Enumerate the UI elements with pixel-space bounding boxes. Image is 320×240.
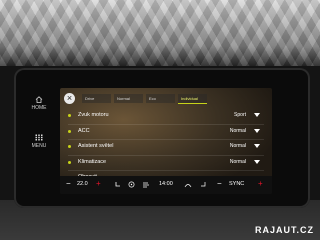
home-icon <box>35 96 43 103</box>
side-controls: HOME MENU <box>20 82 58 182</box>
temp-left-plus-button[interactable]: + <box>96 180 101 188</box>
tab-drive[interactable]: Drive <box>82 94 111 103</box>
home-button[interactable]: HOME <box>20 96 58 111</box>
setting-label: Klimatizace <box>78 158 107 165</box>
chevron-down-icon[interactable] <box>254 159 260 164</box>
bullet-icon <box>68 114 71 117</box>
airflow-icon[interactable] <box>142 181 150 190</box>
temp-left-value: 22.0 <box>77 181 88 187</box>
setting-label: ACC <box>78 127 90 134</box>
fan-icon[interactable] <box>128 181 135 190</box>
menu-label: MENU <box>31 143 47 149</box>
setting-row-acc[interactable]: ACC Normal <box>68 125 264 140</box>
dashboard-top <box>0 0 320 66</box>
tab-individual[interactable]: Individual <box>178 94 207 104</box>
seat-heat-right-icon[interactable] <box>200 181 207 190</box>
close-button[interactable]: × <box>64 93 75 104</box>
mode-tabs: Drive Normal Eco Individual <box>82 94 207 104</box>
clock-time: 14:00 <box>159 181 173 187</box>
menu-button[interactable]: MENU <box>20 134 58 149</box>
temp-right-minus-button[interactable]: − <box>217 180 222 188</box>
setting-value: Sport <box>234 112 246 118</box>
defrost-icon[interactable] <box>184 181 192 190</box>
chevron-down-icon[interactable] <box>254 113 260 117</box>
bullet-icon <box>68 145 71 148</box>
sync-button[interactable]: SYNC <box>229 181 244 187</box>
watermark: RAJAUT.CZ <box>254 225 314 235</box>
setting-label: Asistent světel <box>78 143 114 149</box>
menu-grid-icon <box>35 134 43 141</box>
close-icon: × <box>66 93 73 103</box>
tab-normal[interactable]: Normal <box>114 94 143 103</box>
setting-row-light-assist[interactable]: Asistent světel Normal <box>68 140 264 156</box>
setting-label: Zvuk motoru <box>78 112 109 118</box>
touchscreen: × Drive Normal Eco Individual Zvuk motor… <box>60 88 272 194</box>
climate-bar: − 22.0 + 14:00 − SYNC + <box>60 176 272 194</box>
setting-row-climate[interactable]: Klimatizace Normal <box>68 156 264 171</box>
home-label: HOME <box>31 105 47 111</box>
chevron-down-icon[interactable] <box>254 144 260 148</box>
setting-row-engine-sound[interactable]: Zvuk motoru Sport <box>68 109 264 125</box>
setting-value: Normal <box>229 158 246 165</box>
bullet-icon <box>68 129 71 133</box>
setting-value: Normal <box>229 143 246 149</box>
chevron-down-icon[interactable] <box>254 128 260 133</box>
tab-eco[interactable]: Eco <box>146 94 175 103</box>
bullet-icon <box>68 160 71 164</box>
seat-heat-left-icon[interactable] <box>114 181 121 190</box>
setting-value: Normal <box>229 127 246 134</box>
temp-right-plus-button[interactable]: + <box>258 180 263 188</box>
settings-list: Zvuk motoru Sport ACC Normal Asistent sv… <box>68 109 264 186</box>
temp-left-minus-button[interactable]: − <box>66 180 71 188</box>
